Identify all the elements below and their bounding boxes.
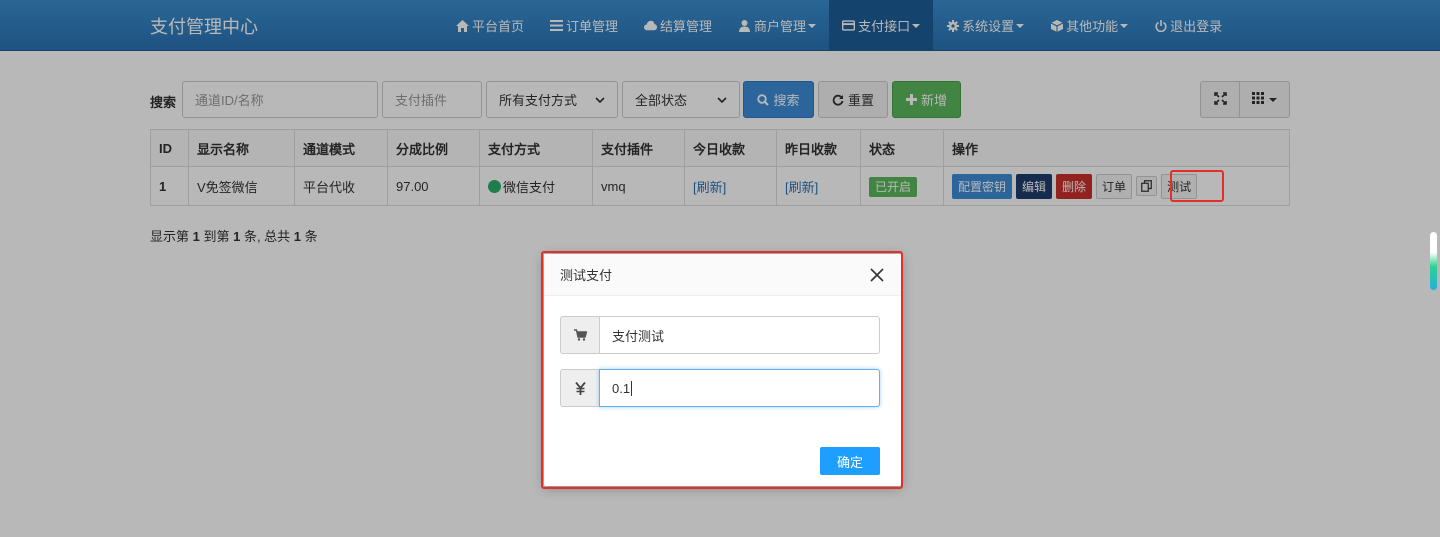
dialog-highlight [541, 251, 903, 489]
test-button-highlight [1170, 170, 1224, 202]
scrollbar-thumb[interactable] [1430, 232, 1437, 290]
